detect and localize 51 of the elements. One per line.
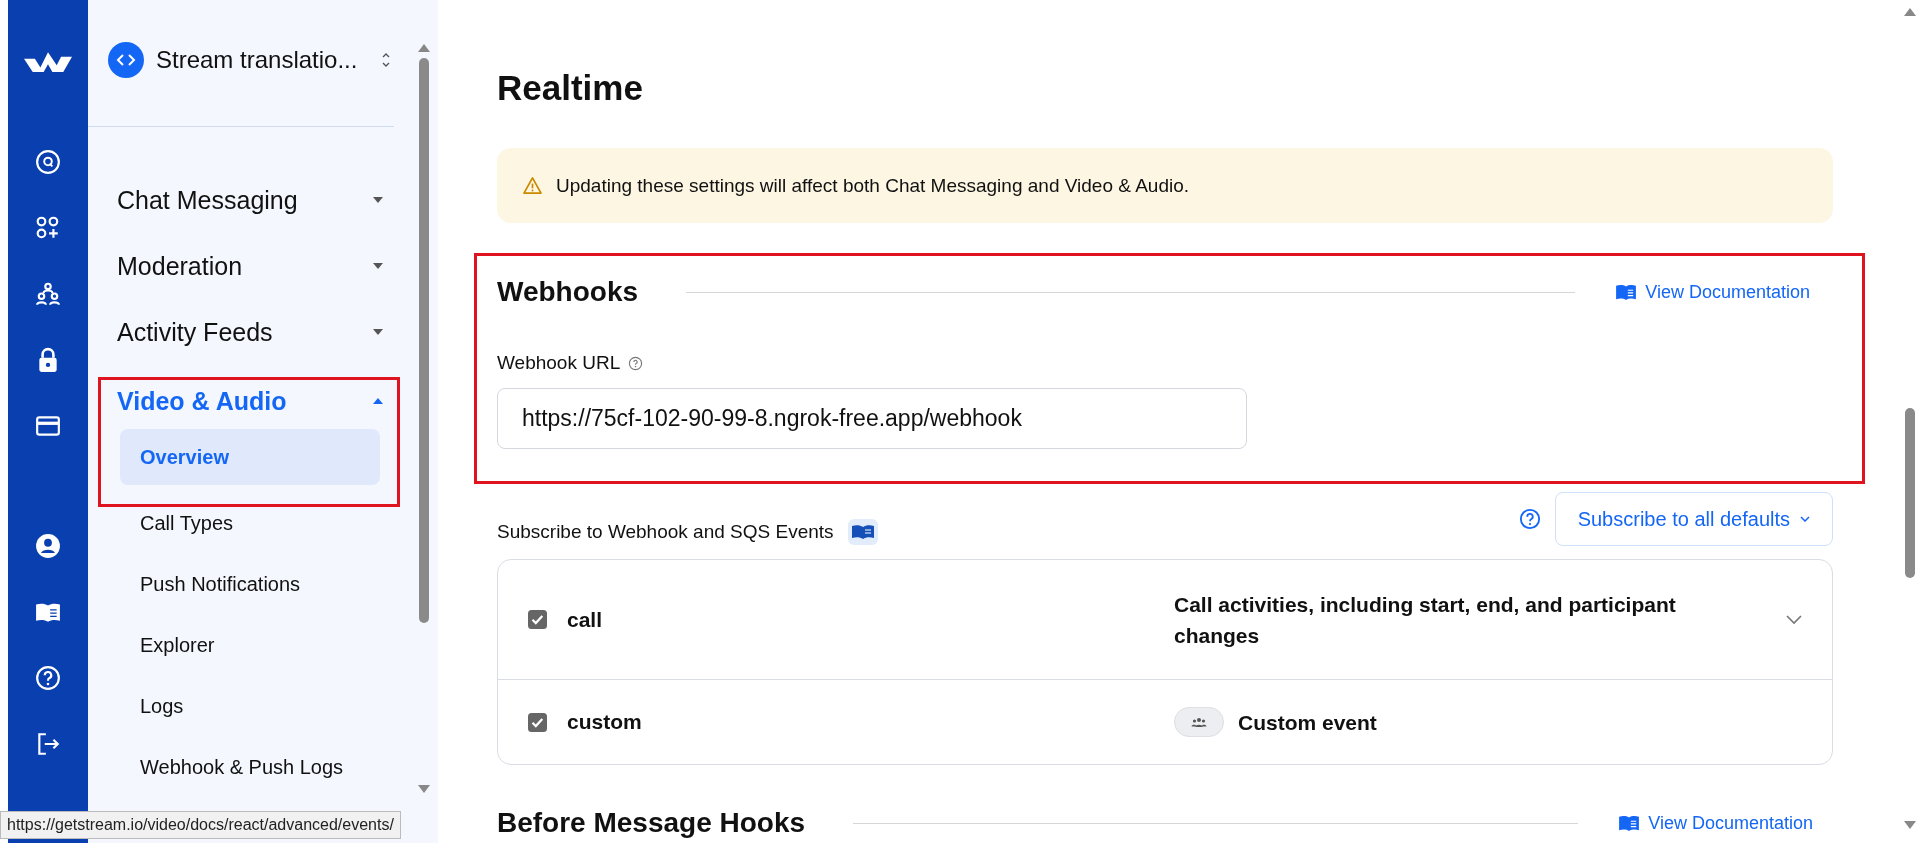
- help-icon[interactable]: [1518, 508, 1541, 530]
- warning-icon: [523, 177, 542, 194]
- project-name: Stream translatio...: [156, 46, 358, 74]
- nav-item[interactable]: Webhook & Push Logs: [110, 737, 400, 798]
- nav-section[interactable]: Activity Feeds: [110, 299, 397, 365]
- credit-card-icon[interactable]: [35, 413, 61, 439]
- event-description: Custom event: [1238, 709, 1377, 736]
- section-title: Before Message Hooks: [497, 806, 806, 840]
- documentation-link[interactable]: View Documentation: [1618, 812, 1813, 834]
- event-name: custom: [567, 710, 642, 734]
- users-icon: [1174, 707, 1224, 737]
- checkbox[interactable]: [528, 610, 547, 629]
- nav-section[interactable]: Video & Audio: [110, 373, 397, 429]
- webhook-url-field[interactable]: https://75cf-102-90-99-8.ngrok-free.app/webhook: [497, 388, 1247, 449]
- search-icon[interactable]: [35, 149, 61, 175]
- chevron-updown-icon: [381, 51, 392, 69]
- nav-item[interactable]: Call Types: [110, 493, 400, 554]
- event-name: call: [567, 607, 603, 632]
- logo-icon: [24, 50, 72, 72]
- event-description: Call activities, including start, end, and participant changes: [1174, 591, 1677, 649]
- nav-item[interactable]: Push Notifications: [110, 554, 400, 615]
- field-label: Webhook URL: [497, 352, 621, 374]
- caret-icon: [373, 263, 383, 269]
- caret-icon: [373, 398, 383, 404]
- page-title: Realtime: [497, 68, 644, 108]
- code-icon: [108, 42, 144, 78]
- help-icon[interactable]: [628, 355, 644, 371]
- checkbox[interactable]: [528, 712, 547, 732]
- subscribe-defaults-button[interactable]: Subscribe to all defaults: [1554, 492, 1833, 546]
- status-url: https://getstream.io/video/docs/react/advanced/events/: [0, 811, 401, 839]
- chevron-down-icon: [1800, 516, 1810, 522]
- chevron-down-icon[interactable]: [1786, 614, 1802, 625]
- book-icon: [1618, 814, 1641, 832]
- project-switcher[interactable]: Stream translatio...: [88, 0, 416, 78]
- events-label: Subscribe to Webhook and SQS Events: [497, 520, 834, 543]
- warning-text: Updating these settings will affect both Chat Messaging and Video & Audio.: [556, 174, 1190, 197]
- nav-item[interactable]: Explorer: [110, 615, 400, 676]
- section-title: Webhooks: [497, 275, 639, 309]
- book-icon[interactable]: [847, 519, 878, 545]
- users-icon[interactable]: [35, 281, 61, 307]
- documentation-link[interactable]: View Documentation: [1615, 281, 1810, 303]
- nav-item[interactable]: Logs: [110, 676, 400, 737]
- nav-section[interactable]: Chat Messaging: [110, 167, 397, 233]
- caret-icon: [373, 329, 383, 335]
- apps-icon[interactable]: [35, 215, 61, 241]
- nav-item[interactable]: Overview: [120, 429, 380, 485]
- logout-icon[interactable]: [35, 731, 61, 757]
- caret-icon: [373, 197, 383, 203]
- book-icon: [1615, 283, 1638, 301]
- nav-section[interactable]: Moderation: [110, 233, 397, 299]
- account-icon[interactable]: [35, 533, 61, 559]
